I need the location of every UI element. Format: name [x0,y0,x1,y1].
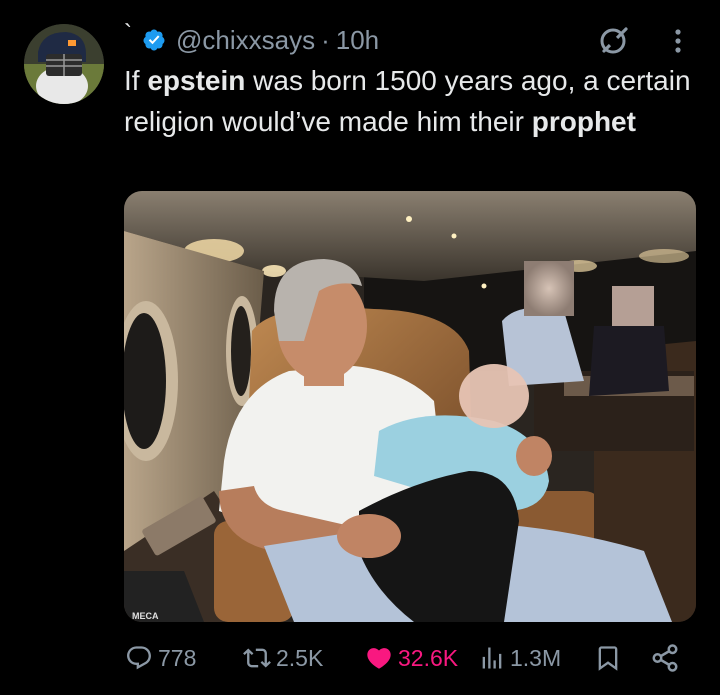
tweet-header: ` @chixxsays · 10h [124,20,379,58]
separator-dot: · [321,24,330,55]
tweet-text-bold: prophet [531,106,636,137]
jet-cabin-photo: MECA [124,191,696,622]
repost-count: 2.5K [276,644,324,671]
avatar[interactable] [24,24,104,104]
share-icon [652,644,678,672]
bookmark-button[interactable] [594,638,626,678]
repost-icon [243,648,271,668]
like-count: 32.6K [398,644,459,671]
display-name[interactable]: ` [124,20,132,48]
reply-icon [127,646,151,670]
verified-badge-icon [143,29,165,51]
tweet-text-bold: epstein [147,65,246,96]
reply-count: 778 [158,644,197,671]
like-button[interactable]: 32.6K [364,638,458,678]
user-handle[interactable]: @chixxsays [176,25,315,56]
image-text: MECA [132,611,159,621]
grok-icon[interactable] [596,22,632,58]
tweet-text-part: If [124,65,148,96]
tweet-text: If epstein was born 1500 years ago, a ce… [124,60,699,142]
action-bar: 778 2.5K 32.6K 1.3M [124,638,684,678]
timestamp[interactable]: 10h [336,25,379,56]
tweet-image[interactable]: MECA [124,191,696,622]
bookmark-icon [598,646,618,671]
more-icon[interactable] [666,26,690,56]
share-button[interactable] [650,638,684,678]
views-count: 1.3M [510,644,562,671]
heart-icon [367,648,391,669]
repost-button[interactable]: 2.5K [242,638,323,678]
views-icon [482,647,502,669]
views-button[interactable]: 1.3M [478,638,561,678]
reply-button[interactable]: 778 [124,638,196,678]
avatar-image [24,24,104,104]
